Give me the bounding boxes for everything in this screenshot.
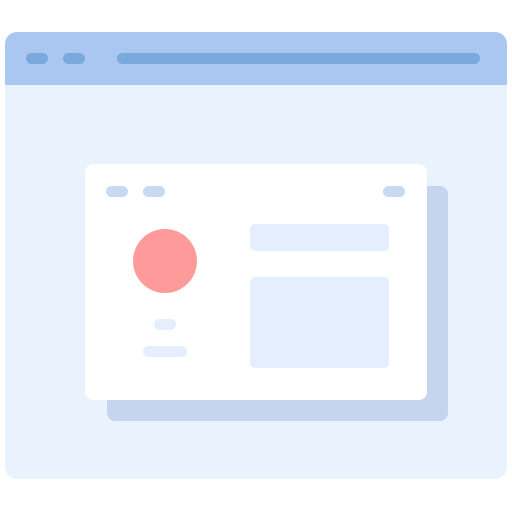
window-control-dot[interactable] bbox=[63, 53, 85, 64]
window-titlebar bbox=[5, 32, 507, 85]
card-menu-chip[interactable] bbox=[383, 186, 405, 197]
profile-page-illustration bbox=[0, 0, 512, 512]
profile-subtitle-placeholder bbox=[143, 346, 187, 357]
content-body-placeholder bbox=[250, 277, 389, 368]
avatar bbox=[133, 229, 197, 293]
window-control-dot[interactable] bbox=[26, 53, 48, 64]
card-control-chip[interactable] bbox=[143, 186, 165, 197]
address-bar[interactable] bbox=[117, 53, 480, 64]
profile-name-placeholder bbox=[154, 319, 176, 330]
content-header-placeholder bbox=[250, 224, 389, 251]
profile-card bbox=[85, 164, 427, 400]
card-control-chip[interactable] bbox=[106, 186, 128, 197]
